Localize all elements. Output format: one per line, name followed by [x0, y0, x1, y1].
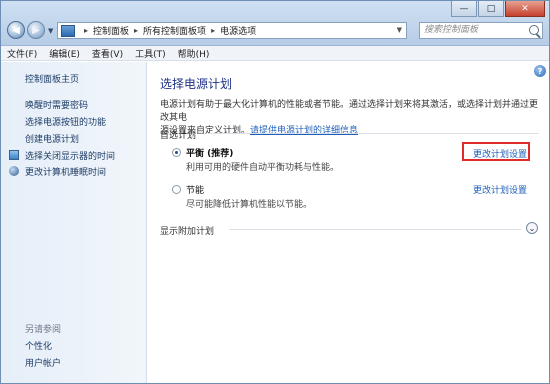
forward-button[interactable]: ▶	[27, 21, 45, 39]
plan-balanced-desc: 利用可用的硬件自动平衡功耗与性能。	[186, 163, 340, 173]
search-icon[interactable]	[529, 25, 539, 35]
description-line: 源设置来自定义计划。请提供电源计划的详细信息	[160, 125, 540, 138]
sidebar-item-create-plan[interactable]: 创建电源计划	[25, 132, 79, 145]
menu-edit[interactable]: 编辑(E)	[49, 47, 80, 60]
page-title: 选择电源计划	[160, 77, 233, 91]
show-additional-plans-label[interactable]: 显示附加计划	[160, 224, 214, 237]
breadcrumb-separator[interactable]: ▸	[211, 26, 215, 35]
sidebar-item-power-buttons[interactable]: 选择电源按钮的功能	[25, 115, 106, 128]
main-content: ? 选择电源计划 电源计划有助于最大化计算机的性能或者节能。通过选择计划来将其激…	[147, 62, 549, 383]
menu-tools[interactable]: 工具(T)	[135, 47, 166, 60]
chevron-down-icon[interactable]: ⌄	[526, 222, 538, 234]
divider	[209, 133, 539, 134]
control-panel-icon	[61, 24, 75, 37]
back-button[interactable]: ◀	[7, 21, 25, 39]
address-dropdown[interactable]: ▼	[397, 26, 402, 34]
menu-view[interactable]: 查看(V)	[92, 47, 123, 60]
menu-help[interactable]: 帮助(H)	[178, 47, 210, 60]
plan-power-saver-desc: 尽可能降低计算机性能以节能。	[186, 200, 313, 210]
menu-file[interactable]: 文件(F)	[7, 47, 37, 60]
recent-pages-dropdown[interactable]: ▼	[48, 27, 53, 35]
sleep-moon-icon	[9, 166, 19, 176]
breadcrumb-separator[interactable]: ▸	[84, 26, 88, 35]
highlight-box	[462, 142, 530, 161]
divider	[229, 229, 521, 230]
arrow-right-icon: ▶	[32, 24, 40, 36]
menu-bar: 文件(F) 编辑(E) 查看(V) 工具(T) 帮助(H)	[1, 46, 549, 61]
see-also-heading: 另请参阅	[25, 325, 62, 335]
sidebar-item-user-accounts[interactable]: 用户帐户	[25, 356, 61, 369]
description-line: 电源计划有助于最大化计算机的性能或者节能。通过选择计划来将其激活，或选择计划并通…	[160, 100, 539, 123]
arrow-left-icon: ◀	[12, 24, 20, 36]
address-bar[interactable]: ▸ 控制面板 ▸ 所有控制面板项 ▸ 电源选项 ▼	[57, 22, 407, 39]
breadcrumb-separator[interactable]: ▸	[134, 26, 138, 35]
sidebar-item-personalization[interactable]: 个性化	[25, 339, 52, 352]
window-controls: — □ ✕	[450, 1, 545, 17]
search-placeholder: 搜索控制面板	[424, 25, 479, 35]
sidebar-item-sleep-time[interactable]: 更改计算机睡眠时间	[25, 165, 106, 178]
plan-balanced-radio[interactable]	[172, 148, 181, 157]
maximize-button[interactable]: □	[478, 1, 504, 17]
title-bar: — □ ✕ ◀ ▶ ▼ ▸ 控制面板 ▸ 所有控制面板项 ▸ 电源选项 ▼ 搜索…	[1, 1, 549, 46]
sidebar-control-panel-home[interactable]: 控制面板主页	[25, 72, 79, 85]
change-plan-settings-link[interactable]: 更改计划设置	[473, 183, 527, 196]
plan-balanced-name[interactable]: 平衡 (推荐)	[186, 146, 233, 159]
breadcrumb-control-panel[interactable]: 控制面板	[93, 24, 129, 37]
breadcrumb-all-items[interactable]: 所有控制面板项	[143, 24, 206, 37]
help-icon[interactable]: ?	[534, 65, 546, 77]
plan-details-link[interactable]: 请提供电源计划的详细信息	[250, 126, 358, 136]
preferred-plans-label: 首选计划	[160, 131, 197, 141]
minimize-button[interactable]: —	[451, 1, 477, 17]
sidebar-item-display-off[interactable]: 选择关闭显示器的时间	[25, 149, 115, 162]
sidebar-item-wake-password[interactable]: 唤醒时需要密码	[25, 98, 88, 111]
plan-power-saver-name[interactable]: 节能	[186, 183, 204, 196]
search-input[interactable]: 搜索控制面板	[419, 22, 543, 39]
plan-power-saver-radio[interactable]	[172, 185, 181, 194]
monitor-icon	[9, 150, 19, 160]
breadcrumb-power-options[interactable]: 电源选项	[220, 24, 256, 37]
power-options-window: — □ ✕ ◀ ▶ ▼ ▸ 控制面板 ▸ 所有控制面板项 ▸ 电源选项 ▼ 搜索…	[0, 0, 550, 384]
close-button[interactable]: ✕	[505, 1, 545, 17]
sidebar: 控制面板主页 唤醒时需要密码 选择电源按钮的功能 创建电源计划 选择关闭显示器的…	[1, 62, 147, 383]
